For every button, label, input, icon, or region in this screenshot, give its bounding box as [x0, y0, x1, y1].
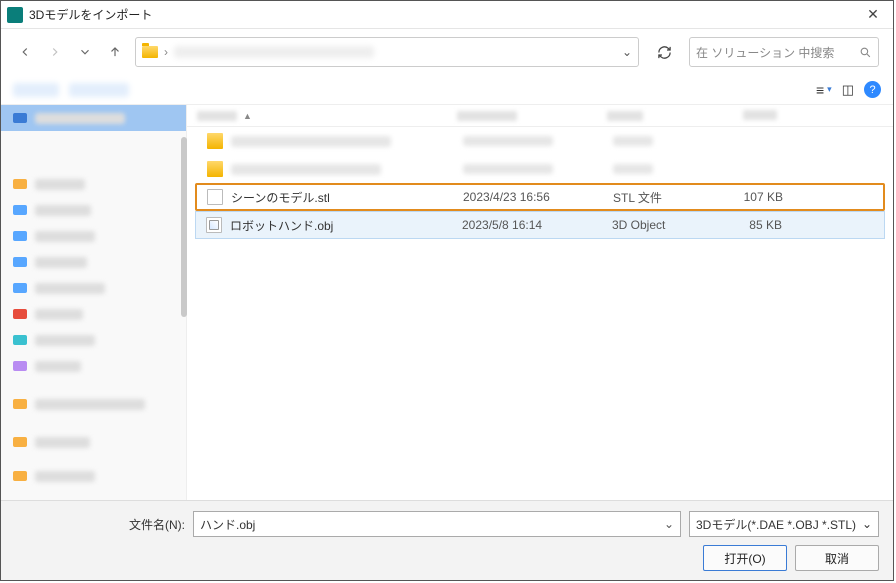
search-input[interactable]: 在 ソリューション 中搜索 — [689, 37, 879, 67]
sidebar-item[interactable] — [1, 171, 186, 197]
toolbar-item[interactable] — [13, 83, 59, 97]
breadcrumb-separator-icon: › — [164, 45, 168, 59]
nav-up-button[interactable] — [105, 42, 125, 62]
sidebar-item[interactable] — [1, 105, 186, 131]
sidebar-item[interactable] — [1, 353, 186, 379]
list-view-icon: ≡ — [816, 82, 824, 98]
filename-label: 文件名(N): — [15, 516, 185, 533]
search-placeholder: 在 ソリューション 中搜索 — [696, 44, 853, 61]
file-date: 2023/5/8 16:14 — [452, 218, 602, 232]
toolbar-item[interactable] — [69, 83, 129, 97]
file-size: 107 KB — [723, 190, 793, 204]
sidebar-item[interactable] — [1, 223, 186, 249]
refresh-button[interactable] — [649, 37, 679, 67]
view-mode-button[interactable]: ≡ ▾ — [816, 82, 832, 98]
scrollbar[interactable] — [181, 127, 187, 500]
file-date: 2023/4/23 16:56 — [453, 190, 603, 204]
file-row-folder[interactable] — [195, 155, 885, 183]
file-name: ロボットハンド.obj — [230, 217, 333, 234]
help-button[interactable]: ? — [864, 81, 881, 98]
open-button[interactable]: 打开(O) — [703, 545, 787, 571]
sidebar-item[interactable] — [1, 463, 186, 489]
file-size: 85 KB — [722, 218, 792, 232]
filename-input[interactable]: ハンド.obj ⌄ — [193, 511, 681, 537]
column-date[interactable] — [447, 111, 597, 121]
nav-recent-button[interactable] — [75, 42, 95, 62]
file-name: シーンのモデル.stl — [231, 189, 330, 206]
column-headers: ▲ — [187, 105, 893, 127]
app-icon — [7, 7, 23, 23]
file-row[interactable]: シーンのモデル.stl 2023/4/23 16:56STL 文件107 KB — [195, 183, 885, 211]
file-icon — [207, 189, 223, 205]
sort-asc-icon: ▲ — [243, 111, 252, 121]
address-dropdown-icon[interactable]: ⌄ — [622, 45, 632, 59]
close-button[interactable]: ✕ — [859, 6, 887, 23]
sidebar-item[interactable] — [1, 429, 186, 455]
column-type[interactable] — [597, 111, 717, 121]
preview-pane-button[interactable]: ◫ — [842, 82, 854, 98]
file-icon — [206, 217, 222, 233]
file-row[interactable]: ロボットハンド.obj 2023/5/8 16:143D Object85 KB — [195, 211, 885, 239]
nav-forward-button[interactable] — [45, 42, 65, 62]
sidebar-item[interactable] — [1, 391, 186, 417]
sidebar-item[interactable] — [1, 327, 186, 353]
chevron-down-icon: ▾ — [827, 84, 832, 95]
sidebar-item[interactable] — [1, 275, 186, 301]
address-bar[interactable]: › ⌄ — [135, 37, 639, 67]
file-row-folder[interactable] — [195, 127, 885, 155]
file-type: 3D Object — [602, 218, 722, 232]
filename-value: ハンド.obj — [200, 516, 255, 533]
breadcrumb-path — [174, 46, 374, 58]
file-type: STL 文件 — [603, 189, 723, 206]
window-title: 3Dモデルをインポート — [29, 6, 859, 23]
column-size[interactable] — [717, 109, 787, 123]
sidebar-item[interactable] — [1, 197, 186, 223]
sidebar-item[interactable] — [1, 301, 186, 327]
column-name[interactable]: ▲ — [187, 111, 447, 121]
filetype-filter[interactable]: 3Dモデル(*.DAE *.OBJ *.STL) ⌄ — [689, 511, 879, 537]
cancel-button[interactable]: 取消 — [795, 545, 879, 571]
navigation-sidebar — [1, 105, 187, 500]
sidebar-item[interactable] — [1, 249, 186, 275]
folder-icon — [142, 46, 158, 58]
filter-value: 3Dモデル(*.DAE *.OBJ *.STL) — [696, 516, 856, 533]
chevron-down-icon[interactable]: ⌄ — [862, 517, 872, 531]
chevron-down-icon[interactable]: ⌄ — [664, 517, 674, 531]
search-icon — [859, 46, 872, 59]
nav-back-button[interactable] — [15, 42, 35, 62]
